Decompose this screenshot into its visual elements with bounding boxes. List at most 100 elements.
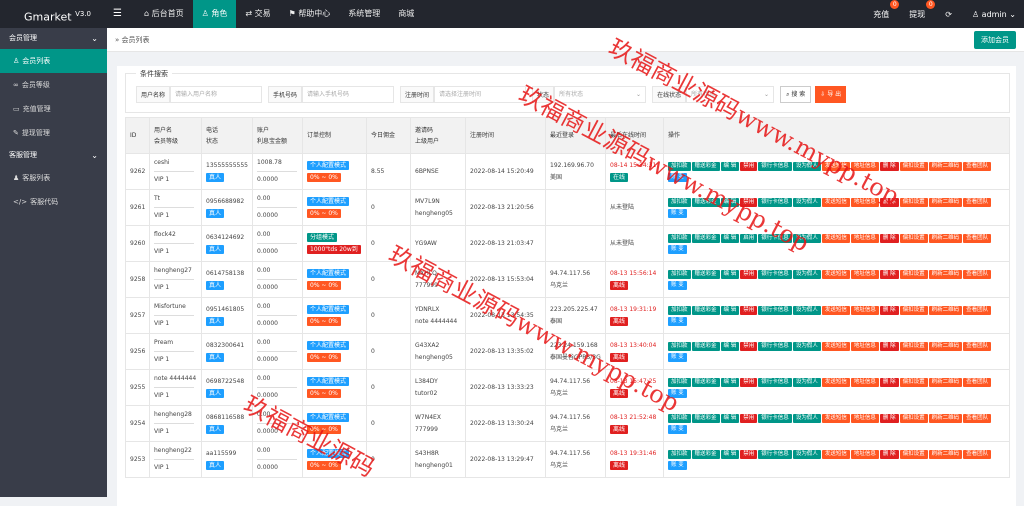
row-action-button[interactable]: 赠送彩金 [691, 233, 720, 243]
row-action-button[interactable]: 删 除 [879, 341, 899, 351]
row-action-button[interactable]: 加扣款 [668, 161, 691, 171]
row-action-button[interactable]: 加扣款 [668, 341, 691, 351]
row-action-button[interactable]: 赠送彩金 [691, 377, 720, 387]
row-action-button[interactable]: 银行卡信息 [758, 305, 792, 315]
row-action-button[interactable]: 偏扣设置 [899, 233, 928, 243]
row-action-button[interactable]: 账 变 [668, 460, 687, 470]
row-action-button[interactable]: 设为假人 [792, 233, 821, 243]
phone-input[interactable]: 请输入手机号码 [302, 86, 395, 103]
row-action-button[interactable]: 设为假人 [792, 161, 821, 171]
row-action-button[interactable]: 账 变 [668, 352, 687, 362]
row-action-button[interactable]: 银行卡信息 [758, 197, 792, 207]
mode-badge[interactable]: 个人配置模式 [307, 376, 350, 386]
row-action-button[interactable]: 偏扣设置 [899, 269, 928, 279]
row-action-button[interactable]: 发送短信 [821, 197, 850, 207]
mode-badge[interactable]: 个人配置模式 [307, 160, 350, 170]
sidebar-item-items-1[interactable]: ∞ 会员等级 [0, 73, 107, 97]
sidebar-group-members[interactable]: 会员管理 ⌄ [0, 28, 107, 49]
row-action-button[interactable]: 发送短信 [821, 377, 850, 387]
row-action-button[interactable]: 编 辑 [720, 161, 740, 171]
row-action-button[interactable]: 查看团队 [963, 161, 992, 171]
row-action-button[interactable]: 银行卡信息 [758, 341, 792, 351]
sidebar-item-items-2[interactable]: ▭ 充值管理 [0, 97, 107, 121]
row-action-button[interactable]: 偏扣设置 [899, 449, 928, 459]
mode-badge[interactable]: 个人配置模式 [307, 304, 350, 314]
row-action-button[interactable]: 禁用 [740, 413, 758, 423]
row-action-button[interactable]: 查看团队 [963, 233, 992, 243]
control-badge[interactable]: 0% ~ 0% [307, 460, 341, 470]
row-action-button[interactable]: 赠送彩金 [691, 305, 720, 315]
nav-item-0[interactable]: ⌂ 后台首页 [135, 0, 193, 28]
control-badge[interactable]: 0% ~ 0% [307, 172, 341, 182]
row-action-button[interactable]: 禁用 [740, 377, 758, 387]
row-action-button[interactable]: 发送短信 [821, 269, 850, 279]
row-action-button[interactable]: 赠送彩金 [691, 197, 720, 207]
row-action-button[interactable]: 设为假人 [792, 413, 821, 423]
mode-badge[interactable]: 个人配置模式 [307, 412, 350, 422]
row-action-button[interactable]: 禁用 [740, 305, 758, 315]
row-action-button[interactable]: 发送短信 [821, 161, 850, 171]
row-action-button[interactable]: 编 辑 [720, 377, 740, 387]
row-action-button[interactable]: 偏扣设置 [899, 305, 928, 315]
row-action-button[interactable]: 设为假人 [792, 305, 821, 315]
row-action-button[interactable]: 发送短信 [821, 449, 850, 459]
row-action-button[interactable]: 禁用 [740, 161, 758, 171]
row-action-button[interactable]: 地址信息 [850, 413, 879, 423]
row-action-button[interactable]: 禁用 [740, 341, 758, 351]
row-action-button[interactable]: 赠送彩金 [691, 161, 720, 171]
row-action-button[interactable]: 查看团队 [963, 377, 992, 387]
row-action-button[interactable]: 地址信息 [850, 269, 879, 279]
control-badge[interactable]: 0% ~ 0% [307, 424, 341, 434]
row-action-button[interactable]: 发送短信 [821, 341, 850, 351]
row-action-button[interactable]: 启用 [740, 233, 758, 243]
row-action-button[interactable]: 编 辑 [720, 341, 740, 351]
sidebar-item-items2-1[interactable]: </> 客服代码 [0, 190, 107, 214]
row-action-button[interactable]: 地址信息 [850, 161, 879, 171]
row-action-button[interactable]: 编 辑 [720, 413, 740, 423]
row-action-button[interactable]: 偏扣设置 [899, 377, 928, 387]
mode-badge[interactable]: 分组模式 [307, 232, 338, 242]
control-badge[interactable]: 0% ~ 0% [307, 388, 341, 398]
row-action-button[interactable]: 账 变 [668, 280, 687, 290]
mode-badge[interactable]: 个人配置模式 [307, 340, 350, 350]
status-select[interactable]: 所有状态 ⌄ [554, 86, 647, 103]
row-action-button[interactable]: 设为假人 [792, 269, 821, 279]
row-action-button[interactable]: 编 辑 [720, 197, 740, 207]
row-action-button[interactable]: 删 除 [879, 233, 899, 243]
sidebar-group-service[interactable]: 客服管理 ⌄ [0, 145, 107, 166]
withdraw-link[interactable]: 提现 0 [909, 0, 936, 20]
row-action-button[interactable]: 刷新二维码 [928, 233, 963, 243]
control-badge[interactable]: 0% ~ 0% [307, 352, 341, 362]
row-action-button[interactable]: 删 除 [879, 161, 899, 171]
row-action-button[interactable]: 偏扣设置 [899, 341, 928, 351]
row-action-button[interactable]: 发送短信 [821, 413, 850, 423]
control-badge[interactable]: 0% ~ 0% [307, 208, 341, 218]
row-action-button[interactable]: 删 除 [879, 269, 899, 279]
search-button[interactable]: ⌕ 搜 索 [780, 86, 812, 103]
row-action-button[interactable]: 赠送彩金 [691, 449, 720, 459]
user-menu[interactable]: ♙ admin ⌄ [972, 10, 1016, 19]
refresh-icon[interactable]: ⟳ [945, 10, 952, 19]
row-action-button[interactable]: 赠送彩金 [691, 341, 720, 351]
hamburger-icon[interactable]: ☰ [113, 0, 122, 28]
row-action-button[interactable]: 赠送彩金 [691, 413, 720, 423]
row-action-button[interactable]: 删 除 [879, 449, 899, 459]
row-action-button[interactable]: 账 变 [668, 316, 687, 326]
export-button[interactable]: ⇩ 导 出 [815, 86, 847, 103]
row-action-button[interactable]: 加扣款 [668, 197, 691, 207]
row-action-button[interactable]: 刷新二维码 [928, 377, 963, 387]
row-action-button[interactable]: 账 变 [668, 172, 687, 182]
row-action-button[interactable]: 刷新二维码 [928, 341, 963, 351]
row-action-button[interactable]: 删 除 [879, 413, 899, 423]
row-action-button[interactable]: 加扣款 [668, 269, 691, 279]
mode-badge[interactable]: 个人配置模式 [307, 268, 350, 278]
row-action-button[interactable]: 地址信息 [850, 305, 879, 315]
mode-badge[interactable]: 个人配置模式 [307, 448, 350, 458]
row-action-button[interactable]: 查看团队 [963, 197, 992, 207]
app-logo[interactable]: Gmarket V3.0 [0, 0, 107, 28]
row-action-button[interactable]: 加扣款 [668, 305, 691, 315]
nav-item-2[interactable]: ⇄ 交易 [236, 0, 279, 28]
row-action-button[interactable]: 银行卡信息 [758, 449, 792, 459]
row-action-button[interactable]: 银行卡信息 [758, 269, 792, 279]
row-action-button[interactable]: 查看团队 [963, 341, 992, 351]
